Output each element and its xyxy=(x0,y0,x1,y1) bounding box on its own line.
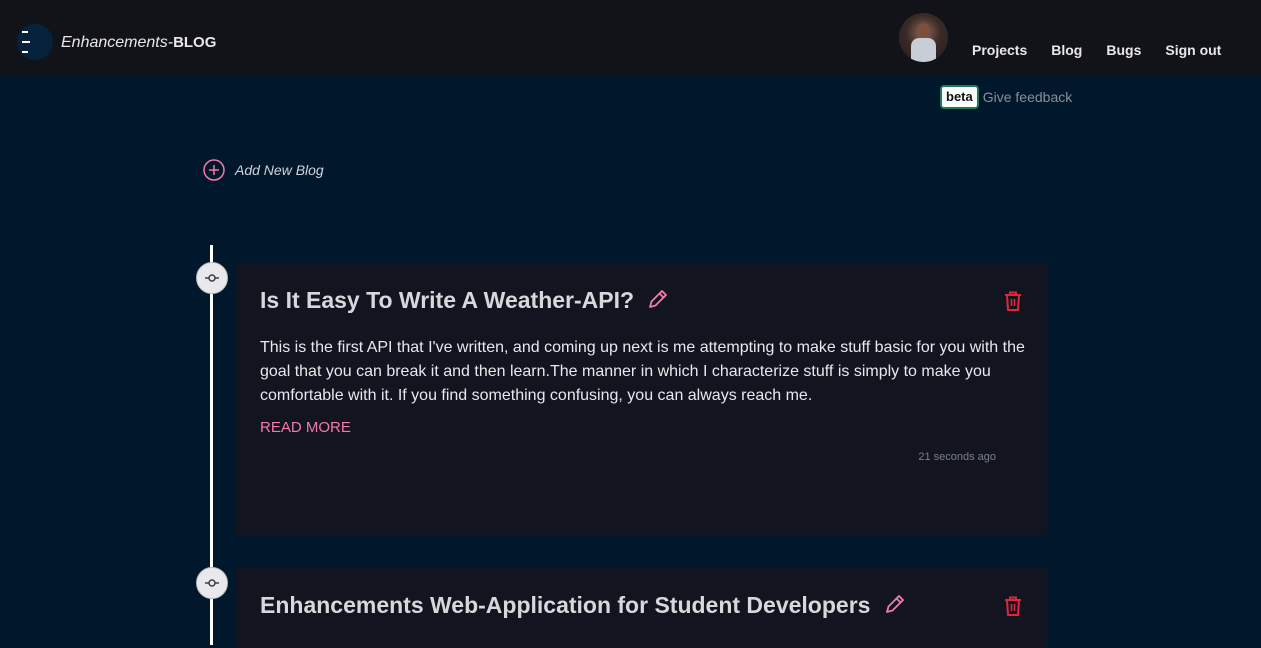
navbar: Enhancements-BLOG Projects Blog Bugs Sig… xyxy=(0,0,1261,76)
beta-badge: beta xyxy=(940,85,979,109)
give-feedback-link[interactable]: Give feedback xyxy=(983,89,1073,105)
pencil-icon[interactable] xyxy=(883,592,907,622)
read-more-link[interactable]: READ MORE xyxy=(260,419,351,436)
sign-out-link[interactable]: Sign out xyxy=(1165,42,1221,58)
add-new-blog-button[interactable]: Add New Blog xyxy=(203,159,324,181)
nav-links: Projects Blog Bugs Sign out xyxy=(972,42,1221,58)
add-new-blog-label: Add New Blog xyxy=(235,162,324,178)
post-timestamp: 21 seconds ago xyxy=(918,451,996,463)
brand-name-bold: BLOG xyxy=(173,34,217,51)
blog-post-excerpt: This is the first API that I've written,… xyxy=(260,339,1025,404)
pencil-icon[interactable] xyxy=(646,287,670,317)
blog-post-title: Is It Easy To Write A Weather-API? xyxy=(260,287,670,317)
blog-post-title: Enhancements Web-Application for Student… xyxy=(260,592,907,622)
blog-post-card: Enhancements Web-Application for Student… xyxy=(236,568,1047,648)
plus-circle-icon xyxy=(203,159,225,181)
brand-name-italic: Enhancements- xyxy=(61,34,174,51)
trash-icon[interactable] xyxy=(1003,595,1023,622)
timeline-commit-icon xyxy=(196,262,228,294)
blog-post-card: Is It Easy To Write A Weather-API? This … xyxy=(236,263,1047,535)
nav-link-blog[interactable]: Blog xyxy=(1051,42,1082,58)
timeline-commit-icon xyxy=(196,567,228,599)
nav-link-projects[interactable]: Projects xyxy=(972,42,1027,58)
logo-icon[interactable] xyxy=(17,24,53,60)
feedback-widget[interactable]: beta Give feedback xyxy=(940,85,1072,109)
brand-title[interactable]: Enhancements-BLOG xyxy=(61,34,216,52)
nav-link-bugs[interactable]: Bugs xyxy=(1106,42,1141,58)
trash-icon[interactable] xyxy=(1003,290,1023,317)
avatar[interactable] xyxy=(899,13,948,62)
